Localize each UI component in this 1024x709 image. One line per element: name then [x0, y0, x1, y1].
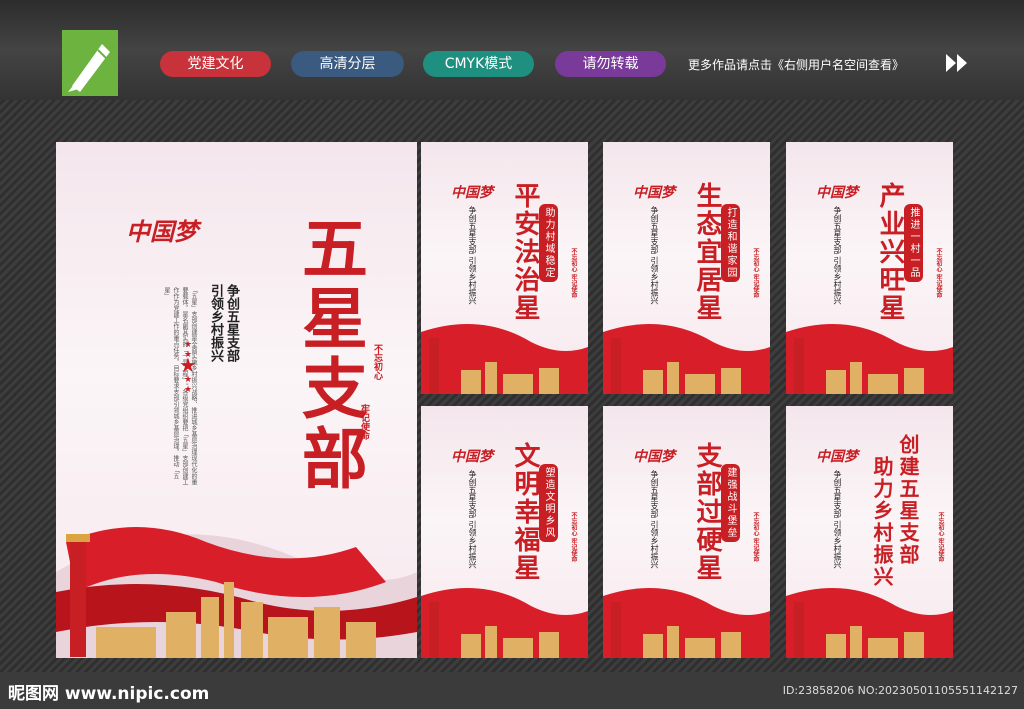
more-works-link[interactable]: 更多作品请点击《右侧用户名空间查看》 — [688, 56, 904, 73]
poster-decoration — [603, 588, 770, 658]
tag-no-repost[interactable]: 请勿转载 — [555, 51, 666, 77]
poster-title-line1: 创建五星支部 — [896, 434, 920, 566]
poster-stamp: 助力村域稳定 — [539, 204, 558, 282]
poster-slogan: 不忘初心 牢记使命 — [752, 248, 759, 299]
main-poster: 中国梦 五星支部 争创五星支部 引领乡村振兴 「五星」支部创建是全面实施乡村振兴… — [56, 142, 417, 658]
poster-slogan: 不忘初心 牢记使命 — [570, 248, 577, 299]
poster-wen-ming: 中国梦 文明幸福星 塑造文明乡风 争创五星支部 引领乡村振兴 不忘初心 牢记使命 — [421, 406, 588, 658]
poster-stamp: 打造和谐家园 — [721, 204, 740, 282]
double-arrow-icon[interactable] — [944, 52, 970, 74]
china-dream-calligraphy: 中国梦 — [633, 449, 675, 465]
top-bar — [0, 0, 1024, 100]
china-dream-calligraphy: 中国梦 — [816, 449, 858, 465]
star-column: ★ ★ ★ ★ ★ — [179, 340, 197, 395]
main-heading-line2: 引领乡村振兴 — [208, 284, 223, 362]
poster-slogan: 不忘初心 牢记使命 — [752, 512, 759, 563]
poster-decoration — [421, 588, 588, 658]
china-dream-calligraphy: 中国梦 — [451, 449, 493, 465]
poster-stamp: 推进一村一品 — [904, 204, 923, 282]
china-dream-calligraphy: 中国梦 — [451, 185, 493, 201]
slogan-1: 不忘初心 — [372, 344, 382, 380]
poster-decoration — [603, 324, 770, 394]
pen-logo-icon — [68, 44, 110, 92]
china-dream-calligraphy: 中国梦 — [816, 185, 858, 201]
poster-decoration — [421, 324, 588, 394]
poster-slogan: 不忘初心 牢记使命 — [570, 512, 577, 563]
poster-slogan: 不忘初心 牢记使命 — [937, 512, 944, 563]
poster-slogan: 不忘初心 牢记使命 — [935, 248, 942, 299]
poster-title-line2: 助力乡村振兴 — [870, 456, 894, 588]
slogan-2: 牢记使命 — [359, 404, 369, 440]
china-dream-calligraphy: 中国梦 — [126, 217, 198, 246]
poster-sub: 争创五星支部 引领乡村振兴 — [650, 206, 659, 305]
watermark: 昵图网 www.nipic.com — [8, 684, 210, 704]
poster-chan-ye: 中国梦 产业兴旺星 推进一村一品 争创五星支部 引领乡村振兴 不忘初心 牢记使命 — [786, 142, 953, 394]
china-dream-calligraphy: 中国梦 — [633, 185, 675, 201]
poster-sub: 争创五星支部 引领乡村振兴 — [833, 470, 842, 569]
tag-party-culture[interactable]: 党建文化 — [160, 51, 271, 77]
poster-stamp: 建强战斗堡垒 — [721, 464, 740, 542]
poster-decoration — [786, 324, 953, 394]
poster-sub: 争创五星支部 引领乡村振兴 — [650, 470, 659, 569]
site-logo[interactable] — [62, 30, 118, 96]
poster-stamp: 塑造文明乡风 — [539, 464, 558, 542]
main-title: 五星支部 — [291, 214, 369, 494]
poster-sheng-tai: 中国梦 生态宜居星 打造和谐家园 争创五星支部 引领乡村振兴 不忘初心 牢记使命 — [603, 142, 770, 394]
poster-chuang-jian: 中国梦 创建五星支部 助力乡村振兴 争创五星支部 引领乡村振兴 不忘初心 牢记使… — [786, 406, 953, 658]
poster-zhi-bu: 中国梦 支部过硬星 建强战斗堡垒 争创五星支部 引领乡村振兴 不忘初心 牢记使命 — [603, 406, 770, 658]
poster-sub: 争创五星支部 引领乡村振兴 — [468, 206, 477, 305]
poster-ping-an: 中国梦 平安法治星 助力村域稳定 争创五星支部 引领乡村振兴 不忘初心 牢记使命 — [421, 142, 588, 394]
image-id: ID:23858206 NO:20230501105551142127 — [782, 684, 1018, 697]
poster-sub: 争创五星支部 引领乡村振兴 — [833, 206, 842, 305]
tag-hd-layers[interactable]: 高清分层 — [291, 51, 404, 77]
poster-sub: 争创五星支部 引领乡村振兴 — [468, 470, 477, 569]
tag-cmyk[interactable]: CMYK模式 — [423, 51, 534, 77]
